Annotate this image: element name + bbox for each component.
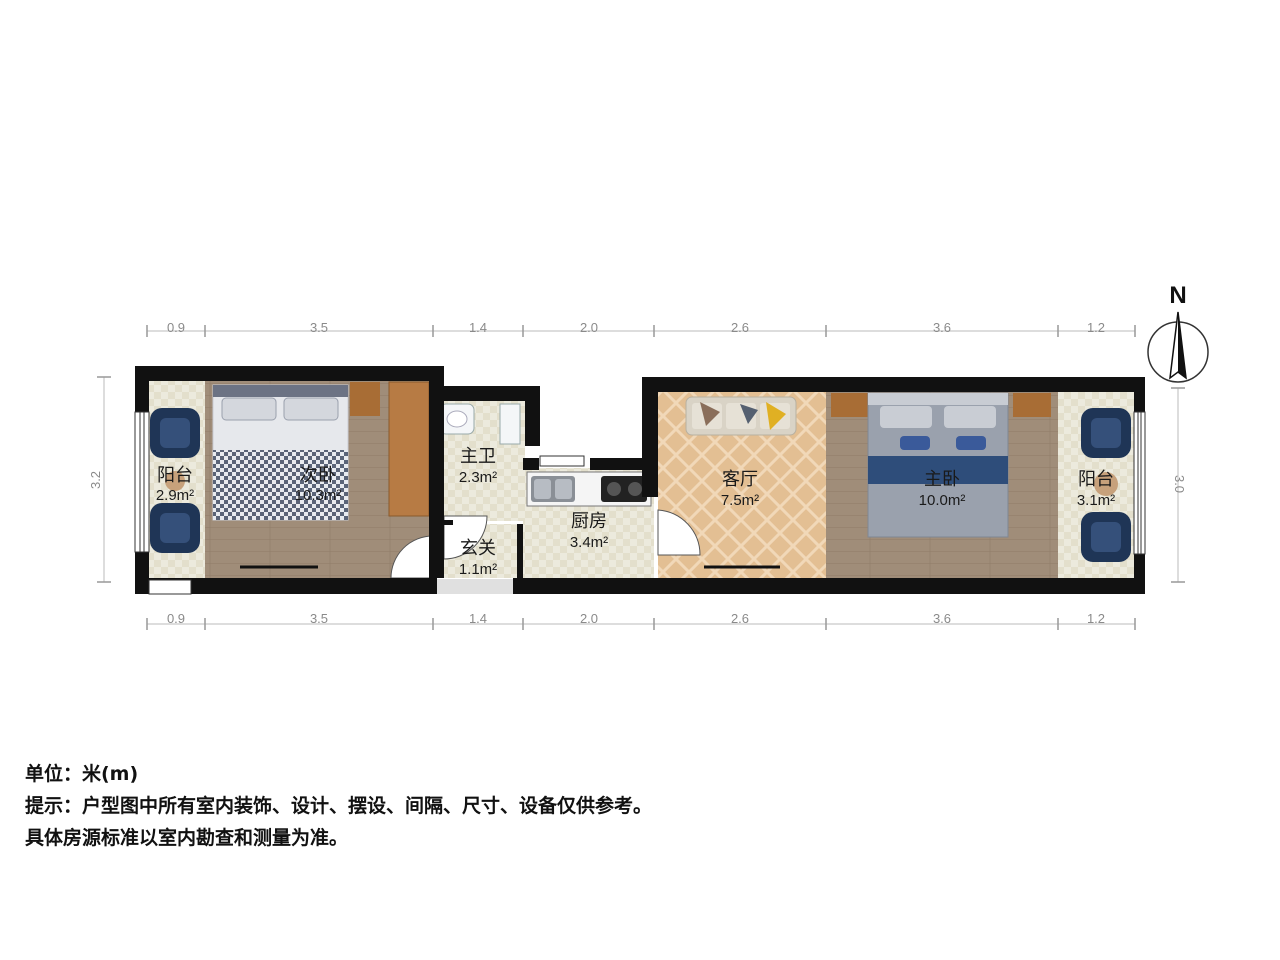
room-name-balcony-west: 阳台 (157, 465, 193, 486)
window-west (134, 411, 150, 553)
hint-note: 提示：户型图中所有室内装饰、设计、摆设、间隔、尺寸、设备仅供参考。 (25, 795, 653, 817)
compass: N (1147, 282, 1209, 383)
room-name-master-bedroom: 主卧 (924, 469, 960, 490)
dim-left: 3.2 (88, 471, 103, 489)
room-area-second-bedroom: 10.3m² (295, 487, 342, 504)
dim-bottom-2: 3.5 (310, 611, 328, 626)
notes: 单位：米(m) 提示：户型图中所有室内装饰、设计、摆设、间隔、尺寸、设备仅供参考… (25, 758, 652, 854)
dim-top-4: 2.0 (580, 320, 598, 335)
nightstand-right (1013, 393, 1051, 417)
north-label: N (1169, 282, 1186, 309)
wall-north-west (135, 366, 444, 381)
unit-note: 单位：米(m) (25, 763, 139, 785)
dim-top-6: 3.6 (933, 320, 951, 335)
dim-bottom-4: 2.0 (580, 611, 598, 626)
dim-top-5: 2.6 (731, 320, 749, 335)
dimension-left: 3.2 (88, 376, 111, 583)
room-name-living-room: 客厅 (722, 469, 758, 490)
room-area-balcony-east: 3.1m² (1077, 492, 1115, 509)
nightstand-left (831, 393, 869, 417)
room-name-bathroom: 主卫 (460, 446, 496, 467)
dim-bottom-3: 1.4 (469, 611, 487, 626)
window-east (1133, 411, 1146, 555)
entrance-opening (437, 579, 513, 594)
dimension-top: 0.9 3.5 1.4 2.0 2.6 3.6 1.2 (146, 320, 1136, 337)
dim-top-2: 3.5 (310, 320, 328, 335)
dim-right: 3.0 (1172, 475, 1187, 493)
window-west-bottom (148, 579, 192, 595)
room-name-entrance: 玄关 (460, 538, 496, 559)
room-area-balcony-west: 2.9m² (156, 487, 194, 504)
dimension-right: 3.0 (1171, 387, 1187, 583)
dim-top-7: 1.2 (1087, 320, 1105, 335)
room-area-master-bedroom: 10.0m² (919, 492, 966, 509)
room-area-kitchen: 3.4m² (570, 534, 608, 551)
dim-bottom-6: 3.6 (933, 611, 951, 626)
room-name-balcony-east: 阳台 (1078, 469, 1114, 490)
room-area-living-room: 7.5m² (721, 492, 759, 509)
room-name-kitchen: 厨房 (571, 511, 607, 532)
disclaimer-note: 具体房源标准以室内勘查和测量为准。 (25, 827, 349, 849)
room-name-second-bedroom: 次卧 (300, 465, 336, 486)
sofa (685, 396, 797, 436)
dimension-bottom: 0.9 3.5 1.4 2.0 2.6 3.6 1.2 (146, 611, 1136, 630)
dim-top-3: 1.4 (469, 320, 487, 335)
bed-master-bedroom (867, 392, 1009, 538)
room-area-entrance: 1.1m² (459, 561, 497, 578)
nightstand (350, 382, 380, 416)
dim-top-1: 0.9 (167, 320, 185, 335)
wardrobe (388, 381, 430, 517)
dim-bottom-5: 2.6 (731, 611, 749, 626)
room-area-bathroom: 2.3m² (459, 469, 497, 486)
dim-bottom-1: 0.9 (167, 611, 185, 626)
dim-bottom-7: 1.2 (1087, 611, 1105, 626)
